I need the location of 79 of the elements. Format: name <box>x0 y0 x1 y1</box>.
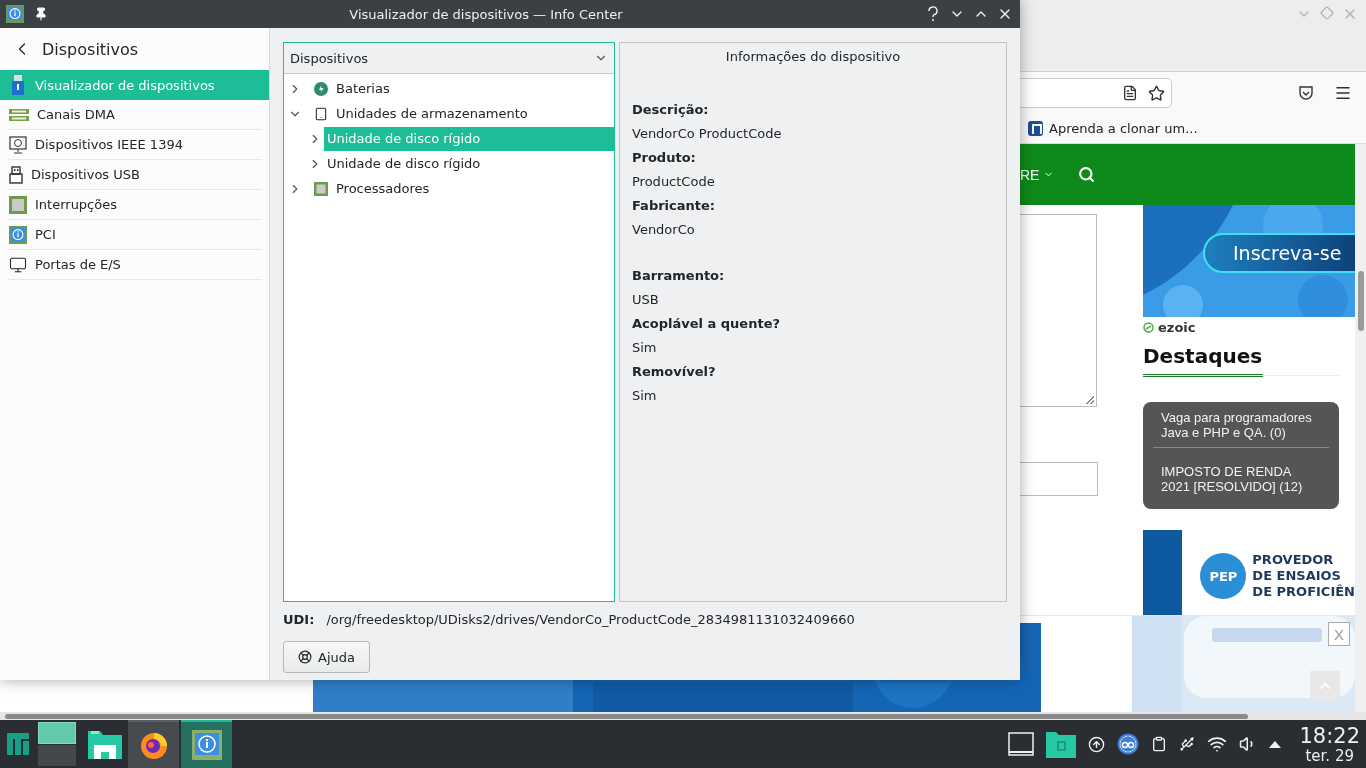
ezoic-logo-icon <box>1143 321 1154 333</box>
wifi-icon[interactable] <box>1207 734 1228 754</box>
info-icon <box>191 730 222 760</box>
address-field[interactable] <box>1020 78 1172 108</box>
logo <box>7 733 29 755</box>
field-value: VendorCo ProductCode <box>632 125 783 143</box>
sidebar-item[interactable]: Interrupções <box>8 190 262 220</box>
udi-label: UDI: <box>283 611 315 627</box>
chip-icon <box>314 181 328 196</box>
category-dropdown[interactable]: Dispositivos <box>284 43 614 74</box>
folder-icon <box>88 729 122 759</box>
clipboard-icon[interactable] <box>1151 736 1168 752</box>
memory-icon <box>9 107 29 122</box>
sidebar-item[interactable]: Dispositivos USB <box>8 160 262 190</box>
pin-icon[interactable] <box>34 7 48 21</box>
browser-icon <box>138 730 169 760</box>
tray-expand-icon[interactable] <box>1269 740 1282 748</box>
sidebar-title: Dispositivos <box>42 39 139 59</box>
field-value: VendorCo <box>632 221 696 239</box>
pep-logo: PEP <box>1200 553 1247 599</box>
ad-brand: ezoic <box>1158 319 1196 335</box>
field-value: ProductCode <box>632 173 716 191</box>
bookmark-item[interactable]: Aprenda a clonar um... <box>1028 121 1198 136</box>
ad-text: PROVEDOR <box>1252 552 1335 568</box>
resize-grip-icon[interactable] <box>1086 396 1094 404</box>
ad-text: DE ENSAIOS <box>1252 568 1342 584</box>
update-icon[interactable] <box>1088 735 1106 753</box>
panel-title: Informações do dispositivo <box>724 49 902 64</box>
clock[interactable]: 18:22 ter. 29 <box>1299 723 1360 765</box>
show-desktop-button[interactable] <box>1008 732 1035 756</box>
help-button[interactable]: Ajuda <box>283 641 370 673</box>
tree-item[interactable]: Unidade de disco rígido <box>324 151 614 176</box>
tree-item[interactable]: Baterias <box>304 76 614 101</box>
usb-stick-icon <box>9 75 27 95</box>
browser-task-button[interactable] <box>128 720 179 768</box>
search-icon[interactable] <box>1078 166 1096 183</box>
input-field[interactable] <box>1020 462 1098 496</box>
tree-item[interactable]: Processadores <box>304 176 614 201</box>
info-center-task-button[interactable] <box>181 720 232 768</box>
bookmark-favicon-icon <box>1028 121 1043 136</box>
help-icon <box>298 650 312 664</box>
featured-link[interactable]: Vaga para programadores Java e PHP e QA. (0) <box>1153 406 1329 447</box>
sidebar-item[interactable]: Dispositivos IEEE 1394 <box>8 130 262 160</box>
sidebar-item[interactable]: PCI <box>8 220 262 250</box>
info-icon <box>9 225 27 244</box>
help-icon <box>927 6 939 22</box>
menu-icon[interactable] <box>1334 84 1352 102</box>
field-value: Sim <box>632 339 658 357</box>
window-title: Visualizador de dispositivos — Info Center <box>348 6 624 22</box>
subscribe-button[interactable]: Inscreva-se <box>1203 233 1355 273</box>
monitor-icon <box>9 135 27 154</box>
pocket-icon[interactable] <box>1298 85 1314 101</box>
battery-icon <box>314 81 328 96</box>
desktop-pager[interactable] <box>38 722 76 766</box>
field-value: USB <box>632 291 660 309</box>
featured-link[interactable]: IMPOSTO DE RENDA 2021 [RESOLVIDO] (12) <box>1153 447 1329 501</box>
star-icon[interactable] <box>1148 84 1165 102</box>
usb-icon <box>9 165 23 184</box>
sidebar-item[interactable]: Canais DMA <box>8 100 262 130</box>
field-label: Removível? <box>632 363 717 381</box>
torrent-client-icon[interactable] <box>1117 733 1140 755</box>
field-value: Sim <box>632 387 658 405</box>
udi-value: /org/freedesktop/UDisks2/drives/VendorCo_ProductCode_2834981131032409660 <box>326 611 855 627</box>
chip-icon <box>9 195 27 214</box>
sidebar-item[interactable]: Portas de E/S <box>8 250 262 280</box>
tree-item[interactable]: Unidades de armazenamento <box>304 101 614 126</box>
drive-icon <box>314 106 328 121</box>
field-label: Fabricante: <box>632 197 717 215</box>
field-label: Produto: <box>632 149 697 167</box>
field-label: Acoplável a quente? <box>632 315 781 333</box>
nav-menu-item[interactable]: RE <box>1020 166 1055 183</box>
monitor-icon <box>9 255 27 274</box>
folder-icon[interactable] <box>1046 730 1077 758</box>
reader-view-icon[interactable] <box>1122 85 1138 101</box>
field-label: Barramento: <box>632 267 726 285</box>
app-icon <box>6 5 24 23</box>
usb-icon[interactable] <box>1179 736 1196 752</box>
ad-text: DE PROFICIÊN <box>1252 584 1355 600</box>
field-label: Descrição: <box>632 101 710 119</box>
